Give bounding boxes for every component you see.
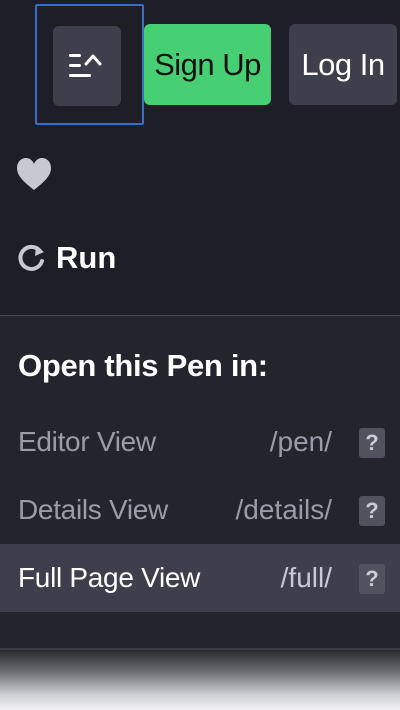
- help-icon[interactable]: ?: [359, 564, 385, 594]
- view-option-path: /pen/: [269, 426, 332, 457]
- menu-toggle-focus-ring: [35, 4, 144, 125]
- view-option-label: Details View: [18, 494, 168, 525]
- view-option-editor[interactable]: Editor View /pen/ ?: [0, 408, 400, 476]
- help-icon[interactable]: ?: [359, 428, 385, 458]
- drop-shadow: [0, 650, 400, 710]
- sign-up-button[interactable]: Sign Up: [144, 24, 271, 105]
- menu-toggle-button[interactable]: [53, 26, 121, 106]
- view-option-path: /details/: [235, 494, 333, 525]
- top-bar: Sign Up Log In: [0, 0, 400, 128]
- view-option-label: Full Page View: [18, 562, 201, 593]
- help-icon[interactable]: ?: [359, 496, 385, 526]
- view-option-full-page[interactable]: Full Page View /full/ ?: [0, 544, 400, 612]
- run-button[interactable]: Run: [16, 238, 116, 278]
- view-option-details[interactable]: Details View /details/ ?: [0, 476, 400, 544]
- refresh-icon: [18, 244, 44, 271]
- editor-layout-icon: [69, 54, 102, 77]
- heart-icon: [17, 158, 51, 190]
- heart-button[interactable]: [16, 157, 52, 193]
- run-label: Run: [56, 240, 117, 275]
- view-option-label: Editor View: [18, 426, 156, 457]
- view-option-path: /full/: [280, 562, 332, 593]
- open-in-title: Open this Pen in:: [18, 348, 268, 383]
- log-in-button[interactable]: Log In: [289, 24, 397, 105]
